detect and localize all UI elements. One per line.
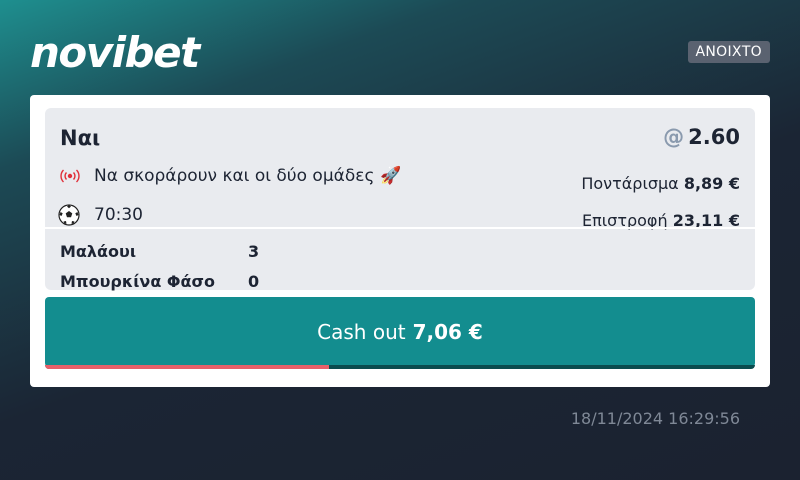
divider xyxy=(45,227,755,229)
cashout-progress-bar xyxy=(45,365,755,369)
soccer-ball-icon xyxy=(58,204,80,226)
odds-value: 2.60 xyxy=(688,125,740,149)
bet-details: Ναι @2.60 Να σκοράρουν και οι δύο ομάδες… xyxy=(45,108,755,291)
team-away-name: Μπουρκίνα Φάσο xyxy=(60,272,215,291)
novibet-logo: novibet xyxy=(30,28,200,77)
market-name: Να σκοράρουν και οι δύο ομάδες xyxy=(94,166,375,186)
rocket-icon: 🚀 xyxy=(380,166,402,186)
status-badge: ΑΝΟΙΧΤΟ xyxy=(687,41,770,63)
team-home-name: Μαλάουι xyxy=(60,242,137,261)
odds-prefix: @ xyxy=(663,125,685,149)
selection-name: Ναι xyxy=(60,126,101,150)
cashout-progress-fill xyxy=(45,365,329,369)
bet-card: Ναι @2.60 Να σκοράρουν και οι δύο ομάδες… xyxy=(30,95,770,387)
stake-value: 8,89 € xyxy=(683,174,740,193)
live-broadcast-icon xyxy=(60,169,80,183)
team-home-score: 3 xyxy=(248,242,260,261)
bet-timestamp: 18/11/2024 16:29:56 xyxy=(570,409,740,428)
team-away-score: 0 xyxy=(248,272,260,291)
cashout-button[interactable]: Cash out 7,06 € xyxy=(45,297,755,367)
stake: Ποντάρισμα 8,89 € xyxy=(581,174,740,193)
cashout-amount: 7,06 € xyxy=(412,320,483,344)
odds: @2.60 xyxy=(663,125,740,149)
match-time: 70:30 xyxy=(94,205,143,225)
stake-label: Ποντάρισμα xyxy=(581,174,679,193)
cashout-label: Cash out xyxy=(317,320,406,344)
